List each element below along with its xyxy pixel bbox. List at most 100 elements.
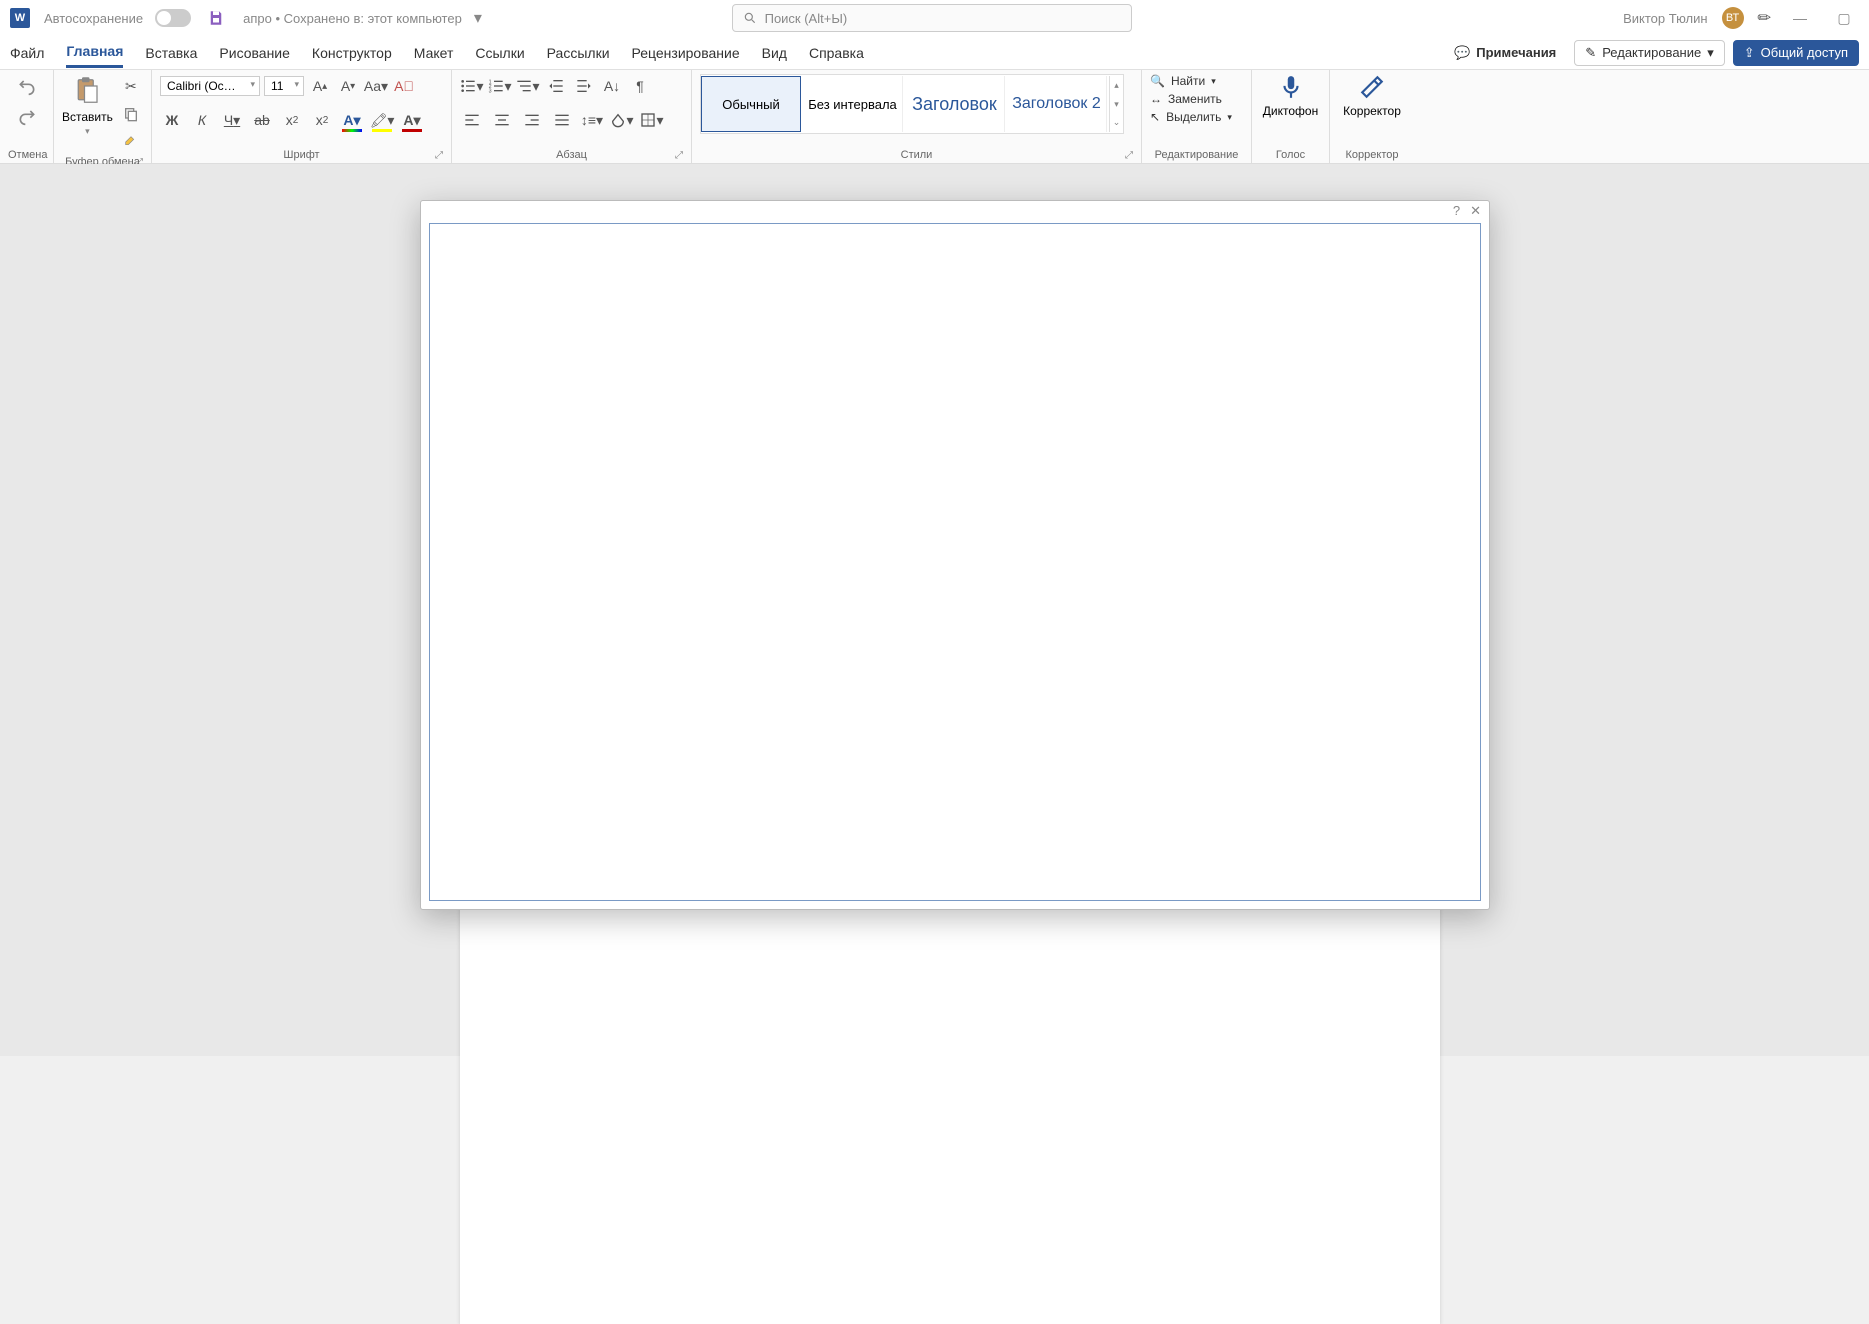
justify-button[interactable] <box>550 108 574 132</box>
tab-design[interactable]: Конструктор <box>312 39 392 67</box>
undo-group-label: Отмена <box>8 147 45 161</box>
grow-font-button[interactable]: A▴ <box>308 74 332 98</box>
dictate-button[interactable]: Диктофон <box>1260 74 1321 118</box>
style-heading2[interactable]: Заголовок 2 <box>1007 76 1107 132</box>
voice-group-label: Голос <box>1260 147 1321 161</box>
font-size-select[interactable]: 11 <box>264 76 304 96</box>
paste-icon <box>72 74 102 108</box>
comments-button[interactable]: 💬 Примечания <box>1444 41 1566 65</box>
cut-button[interactable]: ✂ <box>119 74 143 98</box>
format-painter-button[interactable] <box>119 130 143 154</box>
font-group-label: Шрифт⤢ <box>160 147 443 161</box>
copy-button[interactable] <box>119 102 143 126</box>
shading-button[interactable]: ▾ <box>610 108 634 132</box>
strikethrough-button[interactable]: ab <box>250 108 274 132</box>
paste-button[interactable]: Вставить ▾ <box>62 74 113 137</box>
maximize-button[interactable]: ▢ <box>1829 10 1859 27</box>
editor-group-label: Корректор <box>1338 147 1406 161</box>
replace-button[interactable]: ↔ Заменить <box>1150 92 1232 106</box>
styles-scroll-up-icon[interactable]: ▴ <box>1109 76 1123 95</box>
dialog-launcher-icon[interactable]: ⤢ <box>435 150 443 161</box>
font-name-select[interactable]: Calibri (Основной <box>160 76 260 96</box>
chevron-down-icon: ▾ <box>1707 45 1714 61</box>
dialog-close-button[interactable]: ✕ <box>1470 203 1481 221</box>
redo-button[interactable] <box>15 104 39 128</box>
style-normal[interactable]: Обычный <box>701 76 801 132</box>
style-heading1[interactable]: Заголовок <box>905 76 1005 132</box>
dialog-help-button[interactable]: ? <box>1453 203 1460 221</box>
tab-mailings[interactable]: Рассылки <box>547 39 610 67</box>
microphone-icon <box>1278 74 1304 100</box>
share-button[interactable]: ⇪ Общий доступ <box>1733 40 1859 66</box>
ribbon-tabs: Файл Главная Вставка Рисование Конструкт… <box>0 36 1869 70</box>
tab-references[interactable]: Ссылки <box>475 39 524 67</box>
tab-insert[interactable]: Вставка <box>145 39 197 67</box>
document-title[interactable]: апро • Сохранено в: этот компьютер <box>243 11 462 26</box>
tab-layout[interactable]: Макет <box>414 39 454 67</box>
underline-button[interactable]: Ч▾ <box>220 108 244 132</box>
word-icon: W <box>10 8 30 28</box>
sort-button[interactable]: A↓ <box>600 74 624 98</box>
comment-icon: 💬 <box>1454 45 1470 61</box>
tab-draw[interactable]: Рисование <box>219 39 290 67</box>
align-left-button[interactable] <box>460 108 484 132</box>
multilevel-list-button[interactable]: ▾ <box>516 74 540 98</box>
tab-view[interactable]: Вид <box>762 39 787 67</box>
ribbon: Отмена Вставить ▾ ✂ Буфер обмена⤢ <box>0 70 1869 164</box>
clear-formatting-button[interactable]: A⃠ <box>392 74 416 98</box>
style-no-spacing[interactable]: Без интервала <box>803 76 903 132</box>
highlight-button[interactable]: 🖍▾ <box>370 108 394 132</box>
shrink-font-button[interactable]: A▾ <box>336 74 360 98</box>
increase-indent-button[interactable] <box>572 74 596 98</box>
styles-gallery: Обычный Без интервала Заголовок Заголово… <box>700 74 1124 134</box>
tab-review[interactable]: Рецензирование <box>632 39 740 67</box>
tab-file[interactable]: Файл <box>10 39 44 67</box>
font-color-button[interactable]: A▾ <box>400 108 424 132</box>
subscript-button[interactable]: x2 <box>280 108 304 132</box>
change-case-button[interactable]: Aa▾ <box>364 74 388 98</box>
dialog-launcher-icon[interactable]: ⤢ <box>675 150 683 161</box>
undo-button[interactable] <box>15 74 39 98</box>
styles-expand-icon[interactable]: ⌄ <box>1109 113 1123 132</box>
bold-button[interactable]: Ж <box>160 108 184 132</box>
text-effects-button[interactable]: A▾ <box>340 108 364 132</box>
minimize-button[interactable]: — <box>1785 10 1815 26</box>
superscript-button[interactable]: x2 <box>310 108 334 132</box>
autosave-toggle[interactable] <box>155 9 191 27</box>
editing-mode-button[interactable]: ✎ Редактирование ▾ <box>1574 40 1724 66</box>
chevron-down-icon: ▾ <box>1227 112 1232 123</box>
styles-group-label: Стили⤢ <box>700 147 1133 161</box>
titlebar: W Автосохранение апро • Сохранено в: это… <box>0 0 1869 36</box>
cursor-icon: ↖ <box>1150 110 1160 124</box>
borders-button[interactable]: ▾ <box>640 108 664 132</box>
numbering-button[interactable]: 123▾ <box>488 74 512 98</box>
save-icon[interactable] <box>207 9 225 27</box>
dialog-body[interactable] <box>429 223 1481 901</box>
tab-help[interactable]: Справка <box>809 39 864 67</box>
find-button[interactable]: 🔍 Найти ▾ <box>1150 74 1232 88</box>
avatar[interactable]: ВТ <box>1722 7 1744 29</box>
autosave-label: Автосохранение <box>44 11 143 26</box>
paragraph-group-label: Абзац⤢ <box>460 147 683 161</box>
align-right-button[interactable] <box>520 108 544 132</box>
styles-scroll-down-icon[interactable]: ▾ <box>1109 95 1123 114</box>
line-spacing-button[interactable]: ↕≡▾ <box>580 108 604 132</box>
tab-home[interactable]: Главная <box>66 37 123 68</box>
italic-button[interactable]: К <box>190 108 214 132</box>
editing-group-label: Редактирование <box>1150 147 1243 161</box>
search-placeholder: Поиск (Alt+Ы) <box>765 11 848 26</box>
replace-icon: ↔ <box>1150 92 1162 106</box>
select-button[interactable]: ↖ Выделить ▾ <box>1150 110 1232 124</box>
dialog-launcher-icon[interactable]: ⤢ <box>1125 150 1133 161</box>
editor-button[interactable]: Корректор <box>1338 74 1406 118</box>
align-center-button[interactable] <box>490 108 514 132</box>
document-title-dropdown-icon[interactable]: ▾ <box>474 8 482 28</box>
share-icon: ⇪ <box>1744 45 1755 61</box>
chevron-down-icon: ▾ <box>85 126 90 137</box>
search-box[interactable]: Поиск (Alt+Ы) <box>732 4 1132 32</box>
bullets-button[interactable]: ▾ <box>460 74 484 98</box>
pen-icon[interactable]: ✎ <box>1752 6 1776 30</box>
show-marks-button[interactable]: ¶ <box>628 74 652 98</box>
decrease-indent-button[interactable] <box>544 74 568 98</box>
user-name[interactable]: Виктор Тюлин <box>1623 11 1708 26</box>
